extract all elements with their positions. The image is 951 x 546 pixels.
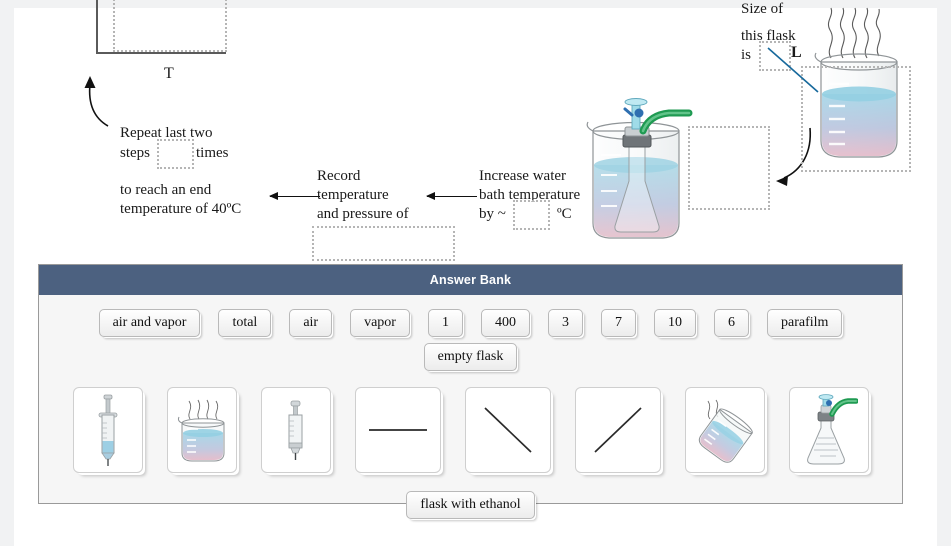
answer-chip-air-and-vapor[interactable]: air and vapor [98, 309, 201, 337]
answer-chip-empty-flask[interactable]: empty flask [423, 343, 518, 371]
answer-chip-air[interactable]: air [289, 309, 333, 337]
plot-x-axis-label: T [164, 65, 174, 82]
repeat-step-line2-pre: steps [120, 145, 150, 161]
plot-y-axis [96, 0, 98, 52]
answer-tile-tilted-beaker[interactable] [684, 387, 765, 473]
answer-bank-title: Answer Bank [39, 265, 902, 295]
answer-chip-flask-with-ethanol[interactable]: flask with ethanol [406, 491, 535, 519]
answer-chip-parafilm[interactable]: parafilm [766, 309, 843, 337]
curved-arrow-up-icon [84, 76, 109, 127]
heated-beaker-icon [174, 395, 230, 465]
record-step-line1: Record [317, 168, 361, 184]
page-canvas: T Repeat last two steps times to reach a… [14, 0, 937, 546]
answer-chip-7[interactable]: 7 [600, 309, 636, 337]
syringe-filled-icon [91, 393, 125, 467]
repeat-count-drop-zone[interactable] [157, 139, 194, 169]
answer-bank-body: air and vapor total air vapor 1 400 3 7 … [39, 295, 902, 535]
increase-step-line3-pre: by ~ [479, 206, 506, 222]
answer-tile-heated-beaker[interactable] [166, 387, 237, 473]
answer-chip-row-2: flask with ethanol [49, 491, 892, 525]
temperature-increment-drop-zone[interactable] [513, 200, 550, 230]
answer-tile-negative-slope-line[interactable] [464, 387, 551, 473]
negative-slope-line-icon [475, 400, 541, 460]
answer-chip-total[interactable]: total [218, 309, 272, 337]
flask-note-line1: Size of [741, 1, 784, 17]
answer-tile-row [49, 381, 892, 483]
answer-chip-1[interactable]: 1 [427, 309, 463, 337]
repeat-step-line2-post: times [196, 145, 229, 161]
flask-note-line3-pre: is [741, 47, 752, 63]
record-step-line2: temperature [317, 187, 389, 203]
answer-bank: Answer Bank air and vapor total air vapo… [38, 264, 903, 519]
record-values-drop-zone[interactable] [312, 226, 455, 261]
repeat-step-line4: temperature of 40ºC [120, 201, 242, 217]
increase-step-line3-post: ºC [557, 206, 572, 222]
syringe-empty-icon [281, 399, 311, 461]
procedure-diagram: T Repeat last two steps times to reach a… [14, 0, 937, 261]
answer-chip-10[interactable]: 10 [653, 309, 696, 337]
record-step-line3: and pressure of [317, 206, 409, 222]
plot-drop-zone[interactable] [113, 0, 227, 52]
screen: T Repeat last two steps times to reach a… [0, 0, 951, 546]
increase-step-line1: Increase water [479, 168, 567, 184]
horizontal-line-icon [365, 400, 431, 460]
answer-chip-vapor[interactable]: vapor [350, 309, 410, 337]
callout-pointer-icon [767, 47, 819, 93]
repeat-step-line3: to reach an end [120, 182, 212, 198]
setup-drop-zone[interactable] [688, 126, 770, 210]
tilted-beaker-icon [693, 397, 757, 463]
arrow-increase-to-record [426, 192, 477, 200]
answer-tile-horizontal-line[interactable] [354, 387, 441, 473]
answer-tile-stoppered-flask[interactable] [788, 387, 869, 473]
answer-tile-positive-slope-line[interactable] [574, 387, 661, 473]
answer-chip-3[interactable]: 3 [547, 309, 583, 337]
arrow-record-to-repeat [269, 192, 320, 200]
answer-chip-row: air and vapor total air vapor 1 400 3 7 … [49, 309, 892, 377]
plot-x-axis [96, 52, 226, 54]
answer-chip-400[interactable]: 400 [480, 309, 530, 337]
flask-in-water-bath-icon [586, 98, 693, 239]
answer-tile-syringe-empty[interactable] [260, 387, 331, 473]
positive-slope-line-icon [585, 400, 651, 460]
answer-tile-syringe-filled[interactable] [72, 387, 143, 473]
answer-chip-6[interactable]: 6 [713, 309, 749, 337]
stoppered-flask-icon [800, 394, 858, 466]
